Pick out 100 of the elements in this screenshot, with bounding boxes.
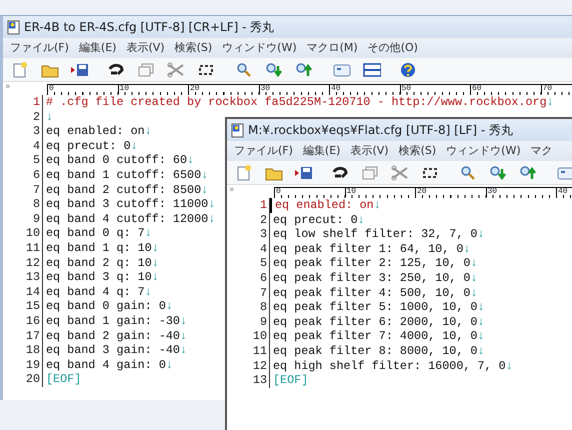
menu-item[interactable]: ウィンドウ(W) <box>441 142 526 160</box>
menu-item[interactable]: ファイル(F) <box>5 39 74 57</box>
eof-marker: [EOF] <box>46 372 82 386</box>
line-end-mark: ↓ <box>130 138 138 153</box>
scissors-icon[interactable] <box>167 62 185 78</box>
code-line: eq band 3 gain: -40 <box>46 343 180 358</box>
line-end-mark: ↓ <box>166 358 173 372</box>
copy-icon[interactable] <box>361 164 379 180</box>
line-number: 4 <box>227 242 270 256</box>
line-number: 7 <box>3 182 43 198</box>
ruler-label: 40 <box>556 187 568 197</box>
code-line: eq peak filter 3: 250, 10, 0 <box>273 270 470 285</box>
code-line: eq peak filter 6: 2000, 10, 0 <box>273 314 478 329</box>
line-end-mark: ↓ <box>477 344 485 358</box>
line-end-mark: ↓ <box>358 212 365 227</box>
line-end-mark: ↓ <box>166 299 173 314</box>
code-line: eq peak filter 2: 125, 10, 0 <box>273 256 470 270</box>
line-number: 19 <box>3 358 43 372</box>
code-line: eq peak filter 4: 500, 10, 0 <box>273 286 470 300</box>
code-line: eq band 4 cutoff: 12000 <box>46 212 208 226</box>
line-end-mark: ↓ <box>187 153 194 168</box>
menu-item[interactable]: 編集(E) <box>74 39 122 57</box>
menu-item[interactable]: 表示(V) <box>121 39 170 57</box>
menu-item[interactable]: 検索(S) <box>394 142 442 160</box>
redo-icon[interactable] <box>331 164 349 180</box>
line-number: 20 <box>3 372 43 387</box>
line-number: 1 <box>227 198 270 213</box>
line-number: 3 <box>3 124 43 139</box>
window-icon[interactable] <box>333 62 351 78</box>
menu-item[interactable]: マク <box>526 142 558 160</box>
window-icon[interactable] <box>557 164 572 180</box>
scissors-icon[interactable] <box>391 164 409 180</box>
save-icon[interactable] <box>71 62 89 78</box>
menu-item[interactable]: ウィンドウ(W) <box>217 39 302 57</box>
line-number: 5 <box>227 256 270 271</box>
line-end-mark: ↓ <box>470 256 478 270</box>
menu-item[interactable]: 編集(E) <box>298 142 346 160</box>
code-line: eq precut: 0 <box>46 138 131 153</box>
menu-item[interactable]: 表示(V) <box>345 142 394 160</box>
ruler-label: 10 <box>118 84 130 94</box>
line-number: 9 <box>227 314 270 330</box>
eof-marker: [EOF] <box>273 373 308 388</box>
line-end-mark: ↓ <box>374 198 381 212</box>
line-number: 11 <box>3 240 43 256</box>
split-window-icon[interactable] <box>363 62 381 78</box>
line-number: 3 <box>227 227 270 242</box>
menu-item[interactable]: 検索(S) <box>170 39 218 57</box>
line-end-mark: ↓ <box>152 256 159 270</box>
new-file-icon[interactable] <box>235 164 253 180</box>
code-line: eq band 1 q: 10 <box>46 240 152 255</box>
line-number: 7 <box>227 286 270 300</box>
code-line: eq enabled: on <box>46 124 145 138</box>
menu-item[interactable]: マクロ(M) <box>302 39 363 57</box>
menu-item[interactable]: ファイル(F) <box>229 142 298 160</box>
document-icon <box>7 20 20 34</box>
line-end-mark: ↓ <box>180 328 188 342</box>
code-line: eq low shelf filter: 32, 7, 0 <box>273 227 478 242</box>
document-icon <box>231 122 244 138</box>
search-up-icon[interactable] <box>519 164 537 180</box>
code-line: eq peak filter 7: 4000, 10, 0 <box>273 329 478 344</box>
line-number: 4 <box>3 138 43 154</box>
line-number: 18 <box>3 343 43 358</box>
line-end-mark: ↓ <box>152 240 159 255</box>
ruler-label: 60 <box>470 84 482 94</box>
line-number: 16 <box>3 314 43 328</box>
menu-item[interactable]: その他(O) <box>362 39 423 57</box>
copy-icon[interactable] <box>137 62 155 78</box>
help-icon[interactable] <box>399 62 417 78</box>
ruler-label: 10 <box>344 187 356 197</box>
code-line: eq band 0 q: 7 <box>46 226 145 240</box>
code-line: eq band 1 cutoff: 6500 <box>46 168 202 182</box>
ruler-label: 40 <box>329 84 341 94</box>
search-down-icon[interactable] <box>265 62 283 78</box>
save-icon[interactable] <box>295 164 313 180</box>
ruler-label: 0 <box>274 187 281 197</box>
line-number: 5 <box>3 153 43 168</box>
redo-icon[interactable] <box>107 62 125 78</box>
code-line: eq band 4 q: 7 <box>46 284 145 299</box>
ruler-marker: » <box>229 184 235 197</box>
code-line: eq peak filter 5: 1000, 10, 0 <box>273 300 478 314</box>
search-up-icon[interactable] <box>295 62 313 78</box>
line-end-mark: ↓ <box>477 314 485 329</box>
code-line: eq band 2 gain: -40 <box>46 328 180 342</box>
search-down-icon[interactable] <box>489 164 507 180</box>
ruler-label: 20 <box>415 187 427 197</box>
code-line: eq band 2 cutoff: 8500 <box>46 182 202 197</box>
ruler-label: 0 <box>47 84 54 94</box>
code-line: eq band 2 q: 10 <box>46 256 152 270</box>
code-line: eq band 0 gain: 0 <box>46 299 166 314</box>
new-file-icon[interactable] <box>11 62 29 78</box>
code-line: eq peak filter 8: 8000, 10, 0 <box>273 344 478 358</box>
search-icon[interactable] <box>235 62 253 78</box>
code-line: eq peak filter 1: 64, 10, 0 <box>273 242 464 256</box>
code-line: eq band 3 q: 10 <box>46 270 152 284</box>
code-line: eq high shelf filter: 16000, 7, 0 <box>273 358 506 373</box>
line-end-mark: ↓ <box>470 286 478 300</box>
search-icon[interactable] <box>459 164 477 180</box>
line-end-mark: ↓ <box>180 314 188 328</box>
line-end-mark: ↓ <box>477 329 485 344</box>
line-number: 14 <box>3 284 43 300</box>
